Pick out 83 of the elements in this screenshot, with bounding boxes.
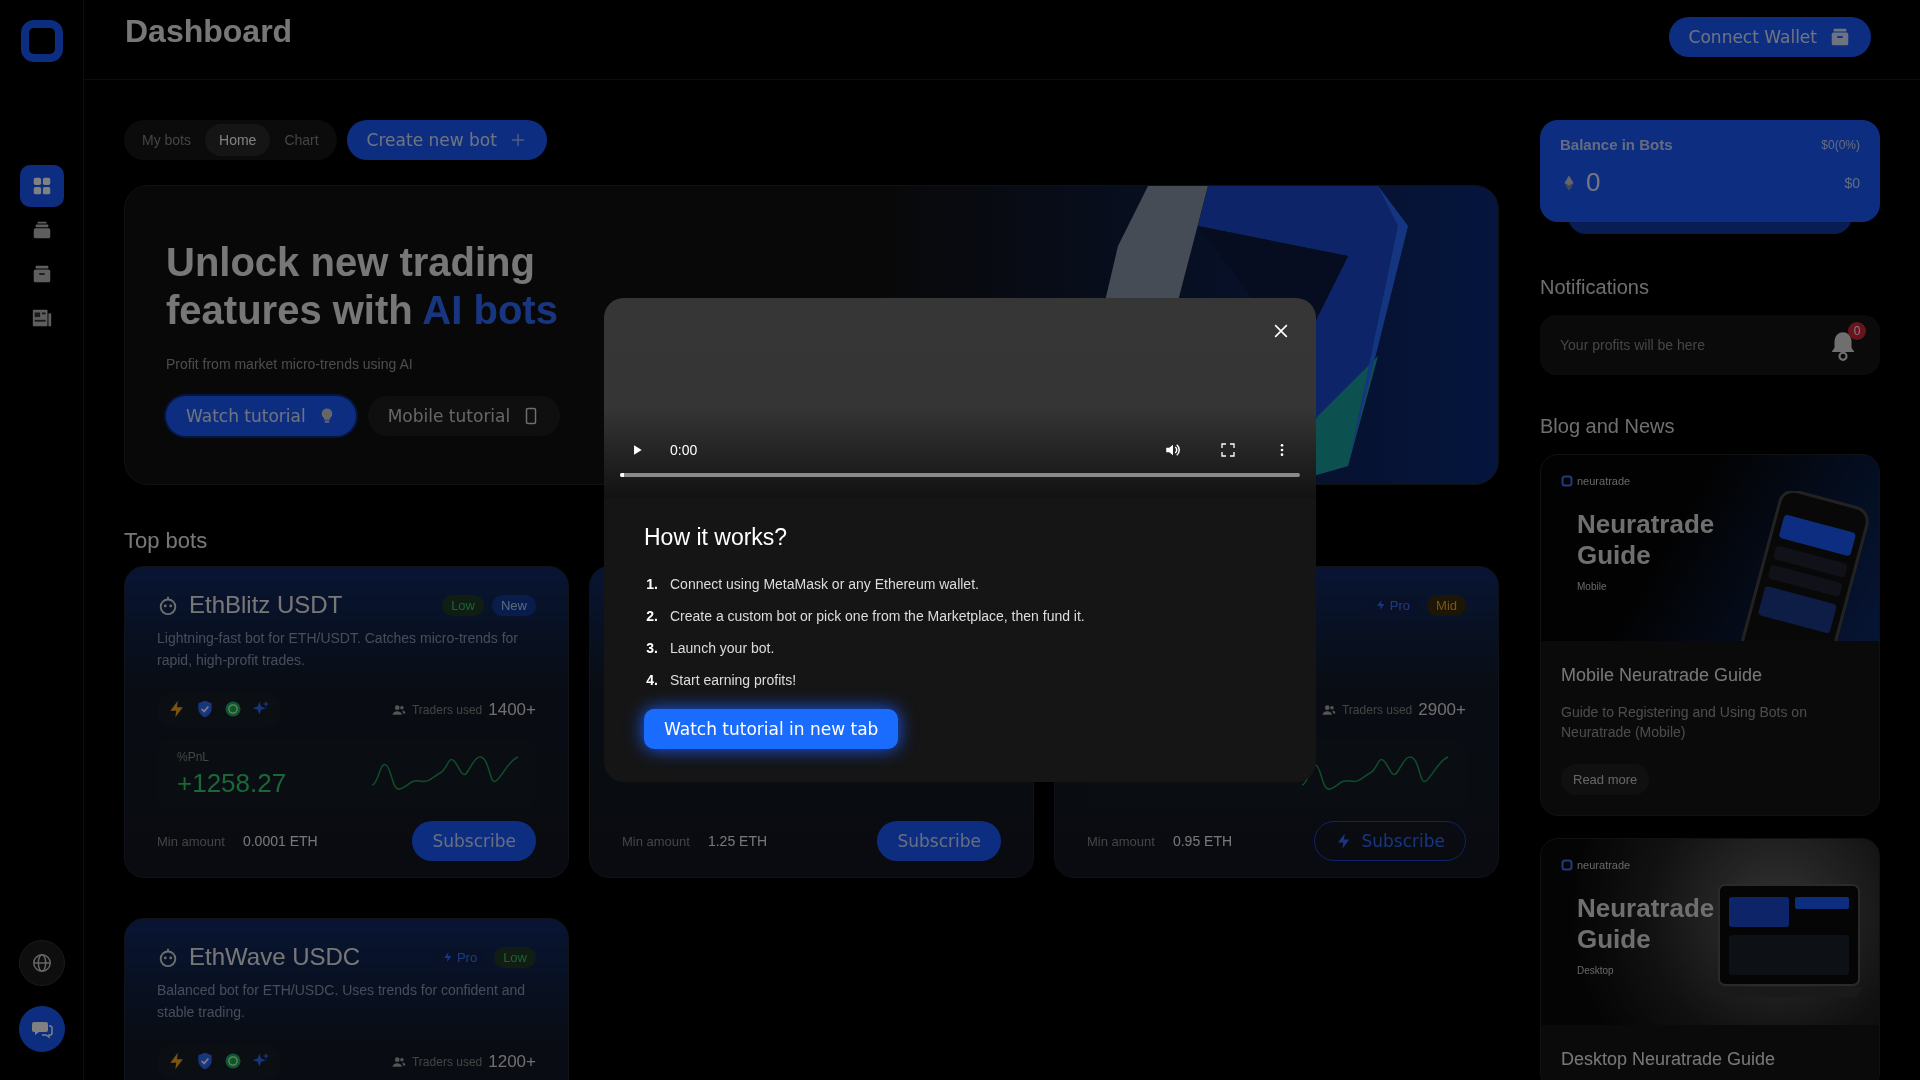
robot-icon: [157, 594, 179, 616]
bot-tag: New: [492, 594, 536, 616]
step-text: Start earning profits!: [670, 672, 797, 688]
notifications-placeholder: Your profits will be here: [1560, 337, 1705, 353]
traders-count: 1400+: [488, 700, 536, 720]
min-amount-label: Min amount: [1087, 833, 1155, 849]
create-bot-button[interactable]: Create new bot: [346, 120, 547, 160]
step-text: Create a custom bot or pick one from the Marketplace, then fund it.: [670, 608, 1085, 624]
image-caption: Mobile: [1577, 581, 1608, 593]
step-number: 2.: [645, 608, 658, 624]
clock-icon: [223, 699, 243, 719]
min-amount-value: 0.0001 ETH: [242, 833, 319, 849]
bot-name: EthBlitz USDT: [189, 591, 344, 619]
newspaper-icon[interactable]: [30, 307, 53, 329]
post-title: Mobile Neuratrade Guide: [1561, 665, 1764, 686]
connect-wallet-button[interactable]: Connect Wallet: [1668, 16, 1871, 57]
tab[interactable]: Chart: [270, 124, 333, 156]
modal-heading: How it works?: [644, 524, 789, 551]
video-time: 0:00: [670, 442, 699, 458]
bot-tag: Low: [494, 946, 536, 968]
pnl-label: %PnL: [177, 749, 211, 764]
read-more-button[interactable]: Read more: [1561, 764, 1650, 795]
chat-button[interactable]: [18, 1006, 65, 1052]
balance-usd: $0: [1844, 174, 1860, 191]
hero-title: Unlock new trading features with AI bots: [166, 239, 559, 334]
clock-icon: [223, 1051, 243, 1071]
traders-count: 1200+: [488, 1052, 536, 1072]
bot-description: Balanced bot for ETH/USDC. Uses trends for confident and stable trading.: [157, 981, 527, 1022]
watch-tutorial-button[interactable]: Watch tutorial: [166, 396, 356, 436]
section-heading: Notifications: [1540, 276, 1650, 299]
tab[interactable]: Home: [205, 124, 271, 156]
fullscreen-icon[interactable]: [1220, 442, 1236, 458]
traders-label: Traders used: [412, 1055, 483, 1069]
brand-name: neuratrade: [1577, 859, 1631, 871]
watch-tutorial-new-tab-button[interactable]: Watch tutorial in new tab: [644, 709, 899, 749]
hero-subtitle: Profit from market micro-trends using AI: [166, 356, 414, 372]
shield-icon: [195, 1051, 215, 1071]
step-number: 1.: [645, 576, 658, 592]
robot-icon: [157, 946, 179, 968]
bolt-icon: [441, 951, 454, 963]
brand-name: neuratrade: [1577, 475, 1631, 487]
page-title: Dashboard: [125, 13, 293, 50]
shield-icon: [195, 699, 215, 719]
image-headline: Neuratrade Guide: [1577, 509, 1716, 572]
mobile-tutorial-button[interactable]: Mobile tutorial: [367, 396, 561, 436]
traders-label: Traders used: [1342, 703, 1413, 717]
notification-badge: 0: [1848, 322, 1866, 340]
image-headline: Neuratrade Guide: [1577, 893, 1716, 956]
min-amount-label: Min amount: [622, 833, 690, 849]
bot-name: EthWave USDC: [189, 943, 362, 971]
min-amount-label: Min amount: [157, 833, 225, 849]
step-number: 4.: [645, 672, 658, 688]
post-description: Guide to Registering and Using Bots on Neuratrade (Mobile): [1561, 703, 1808, 742]
users-icon: [1322, 703, 1336, 717]
globe-icon: [30, 952, 53, 974]
subscribe-button[interactable]: Subscribe: [412, 821, 536, 861]
bolt-icon: [1374, 599, 1387, 611]
traders-label: Traders used: [412, 703, 483, 717]
subscribe-button[interactable]: Subscribe: [877, 821, 1001, 861]
step-text: Launch your bot.: [670, 640, 775, 656]
balance-title: Balance in Bots: [1560, 136, 1673, 153]
post-title: Desktop Neuratrade Guide: [1561, 1049, 1777, 1070]
image-caption: Desktop: [1577, 965, 1615, 977]
bot-description: Lightning-fast bot for ETH/USDT. Catches micro-trends for rapid, high-profit trades.: [157, 629, 520, 670]
bot-tag: Mid: [1427, 594, 1466, 616]
balance-amount: 0: [1586, 167, 1601, 198]
brand-logo-icon: [1561, 475, 1573, 487]
min-amount-value: 1.25 ETH: [707, 833, 769, 849]
traders-count: 2900+: [1418, 700, 1466, 720]
section-heading: Blog and News: [1540, 415, 1676, 438]
balance-change: $0(0%): [1821, 137, 1860, 152]
bot-tag: Low: [442, 594, 484, 616]
section-heading: Top bots: [124, 528, 208, 554]
notifications-field[interactable]: Your profits will be here 0: [1540, 315, 1880, 375]
pnl-value: +1258.27: [177, 767, 288, 799]
brand-logo-icon: [1561, 859, 1573, 871]
step-text: Connect using MetaMask or any Ethereum wallet.: [670, 576, 979, 592]
users-icon: [392, 1055, 406, 1069]
users-icon: [392, 703, 406, 717]
tab[interactable]: My bots: [128, 124, 205, 156]
language-button[interactable]: [18, 940, 65, 986]
step-number: 3.: [645, 640, 658, 656]
min-amount-value: 0.95 ETH: [1172, 833, 1234, 849]
